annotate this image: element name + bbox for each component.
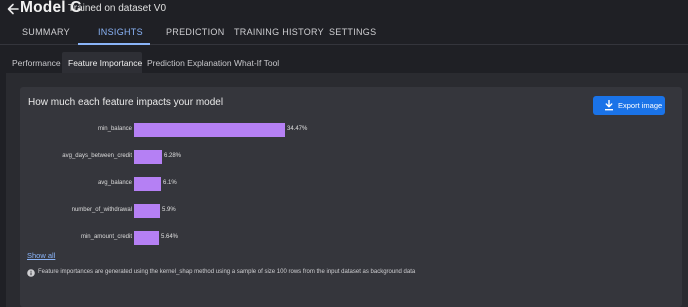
bar-value-label: 34.47%	[287, 126, 308, 132]
bar-value-label: 6.28%	[164, 153, 182, 159]
subtab-performance[interactable]: Performance	[7, 52, 65, 73]
bar	[134, 177, 161, 191]
subtab-feature-importance[interactable]: Feature Importance	[62, 52, 142, 73]
bar-category-label: min_amount_credit	[80, 234, 132, 240]
bar-row: min_balance 34.47%	[20, 123, 420, 137]
active-tab-indicator	[78, 43, 150, 45]
download-icon	[605, 100, 613, 111]
bar-value-label: 6.1%	[163, 180, 177, 186]
feature-importance-card: How much each feature impacts your model…	[20, 87, 682, 307]
bar-row: min_amount_credit 5.64%	[20, 231, 420, 245]
bar	[134, 204, 160, 218]
tab-insights[interactable]: INSIGHTS	[98, 27, 143, 37]
subtab-prediction-explanation[interactable]: Prediction Explanation	[142, 52, 232, 73]
footnote: Feature importances are generated using …	[38, 269, 416, 275]
bar	[134, 123, 285, 137]
tab-settings[interactable]: SETTINGS	[329, 27, 376, 37]
bar-row: avg_balance 6.1%	[20, 177, 420, 191]
export-image-button[interactable]: Export image	[593, 96, 665, 115]
card-title: How much each feature impacts your model	[28, 97, 224, 108]
bar-category-label: number_of_withdrawal	[71, 207, 132, 213]
tab-summary[interactable]: SUMMARY	[22, 27, 70, 37]
header: Model C Trained on dataset V0	[0, 0, 688, 20]
bar-row: avg_days_between_credit 6.28%	[20, 150, 420, 164]
bar-row: number_of_withdrawal 5.9%	[20, 204, 420, 218]
tab-training-history[interactable]: TRAINING HISTORY	[234, 27, 324, 37]
bar-category-label: avg_days_between_credit	[62, 153, 132, 159]
info-icon	[27, 269, 35, 277]
bar-value-label: 5.9%	[162, 207, 176, 213]
bar-category-label: avg_balance	[97, 180, 132, 186]
back-arrow-icon[interactable]	[6, 2, 20, 16]
page-subtitle: Trained on dataset V0	[68, 3, 167, 14]
subtab-what-if-tool[interactable]: What-If Tool	[229, 52, 281, 73]
bar	[134, 150, 162, 164]
main-tab-bar: SUMMARY INSIGHTS PREDICTION TRAINING HIS…	[0, 21, 688, 45]
show-all-link[interactable]: Show all	[27, 251, 55, 260]
content-panel: How much each feature impacts your model…	[6, 73, 688, 307]
sub-tab-bar: Performance Feature Importance Predictio…	[0, 52, 688, 73]
tab-prediction[interactable]: PREDICTION	[166, 27, 225, 37]
bar	[134, 231, 159, 245]
export-image-label: Export image	[618, 101, 663, 110]
bar-category-label: min_balance	[97, 126, 132, 132]
bar-value-label: 5.64%	[161, 234, 179, 240]
